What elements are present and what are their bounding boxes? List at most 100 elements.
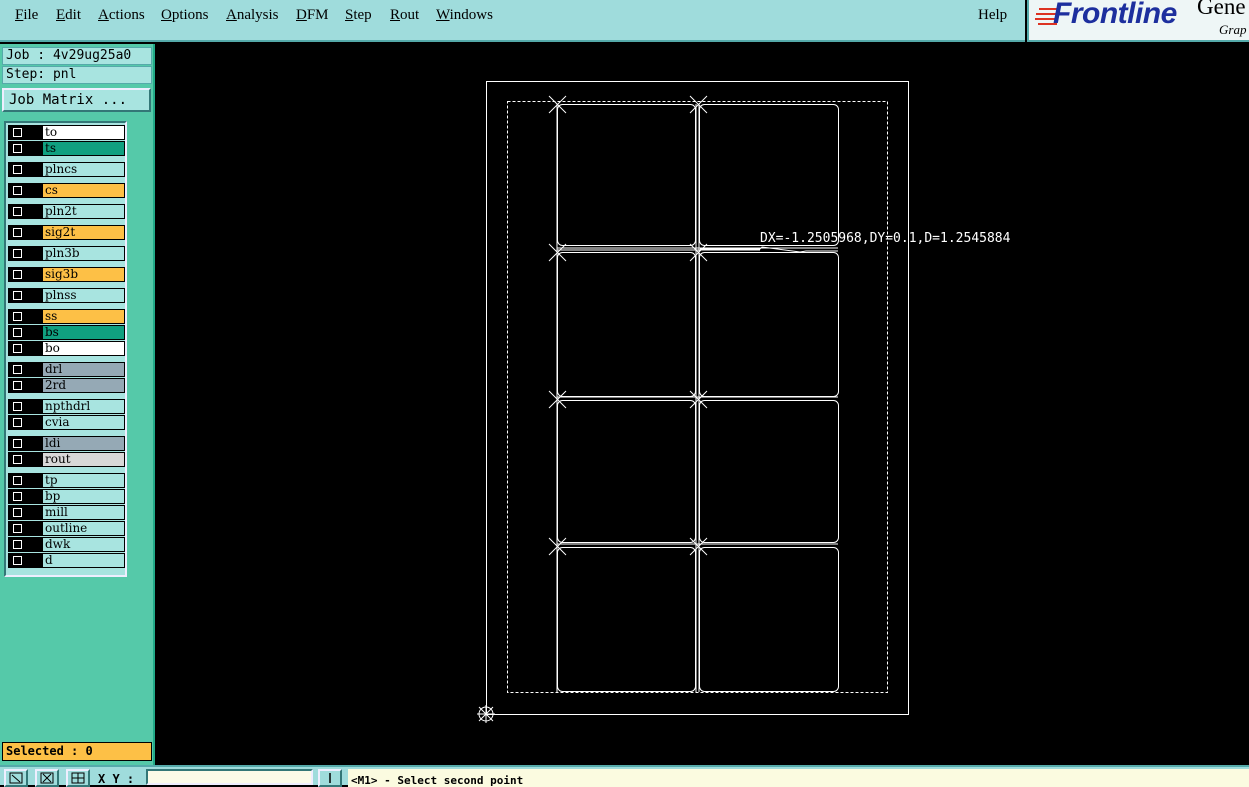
layer-row-ldi[interactable]: ldi bbox=[8, 436, 125, 451]
layer-name[interactable]: tp bbox=[42, 473, 125, 488]
layer-color-box[interactable] bbox=[8, 288, 42, 303]
graphics-canvas[interactable] bbox=[157, 44, 1249, 765]
layer-row-drl[interactable]: drl bbox=[8, 362, 125, 377]
menu-help[interactable]: Help bbox=[978, 7, 1007, 24]
layer-checkbox[interactable] bbox=[13, 165, 22, 174]
select-tool-button[interactable] bbox=[4, 769, 28, 787]
layer-name[interactable]: sig2t bbox=[42, 225, 125, 240]
layer-color-box[interactable] bbox=[8, 204, 42, 219]
layer-checkbox[interactable] bbox=[13, 524, 22, 533]
layer-name[interactable]: cs bbox=[42, 183, 125, 198]
layer-color-box[interactable] bbox=[8, 521, 42, 536]
layer-name[interactable]: ldi bbox=[42, 436, 125, 451]
layer-row-outline[interactable]: outline bbox=[8, 521, 125, 536]
layer-color-box[interactable] bbox=[8, 399, 42, 414]
layer-color-box[interactable] bbox=[8, 553, 42, 568]
layer-row-tp[interactable]: tp bbox=[8, 473, 125, 488]
layer-color-box[interactable] bbox=[8, 267, 42, 282]
layer-color-box[interactable] bbox=[8, 125, 42, 140]
layer-checkbox[interactable] bbox=[13, 476, 22, 485]
layer-name[interactable]: d bbox=[42, 553, 125, 568]
grid-tool-button[interactable] bbox=[66, 769, 90, 787]
layer-row-cvia[interactable]: cvia bbox=[8, 415, 125, 430]
layer-row-to[interactable]: to bbox=[8, 125, 125, 140]
layer-name[interactable]: sig3b bbox=[42, 267, 125, 282]
layer-color-box[interactable] bbox=[8, 378, 42, 393]
layer-color-box[interactable] bbox=[8, 309, 42, 324]
layer-row-pln3b[interactable]: pln3b bbox=[8, 246, 125, 261]
layer-checkbox[interactable] bbox=[13, 228, 22, 237]
layer-name[interactable]: ss bbox=[42, 309, 125, 324]
layer-checkbox[interactable] bbox=[13, 344, 22, 353]
menu-windows[interactable]: Windows bbox=[436, 7, 493, 24]
layer-checkbox[interactable] bbox=[13, 556, 22, 565]
layer-color-box[interactable] bbox=[8, 415, 42, 430]
layer-row-rout[interactable]: rout bbox=[8, 452, 125, 467]
layer-row-bp[interactable]: bp bbox=[8, 489, 125, 504]
layer-checkbox[interactable] bbox=[13, 402, 22, 411]
job-matrix-button[interactable]: Job Matrix ... bbox=[2, 88, 151, 112]
menu-step[interactable]: Step bbox=[345, 7, 372, 24]
layer-row-cs[interactable]: cs bbox=[8, 183, 125, 198]
layer-checkbox[interactable] bbox=[13, 381, 22, 390]
layer-color-box[interactable] bbox=[8, 183, 42, 198]
layer-name[interactable]: bs bbox=[42, 325, 125, 340]
layer-row-bo[interactable]: bo bbox=[8, 341, 125, 356]
layer-row-bs[interactable]: bs bbox=[8, 325, 125, 340]
layer-checkbox[interactable] bbox=[13, 328, 22, 337]
layer-name[interactable]: npthdrl bbox=[42, 399, 125, 414]
layer-row-sig2t[interactable]: sig2t bbox=[8, 225, 125, 240]
layer-color-box[interactable] bbox=[8, 141, 42, 156]
layer-row-npthdrl[interactable]: npthdrl bbox=[8, 399, 125, 414]
xy-input[interactable] bbox=[146, 769, 313, 785]
layer-name[interactable]: drl bbox=[42, 362, 125, 377]
layer-row-pln2t[interactable]: pln2t bbox=[8, 204, 125, 219]
layer-color-box[interactable] bbox=[8, 473, 42, 488]
layer-checkbox[interactable] bbox=[13, 439, 22, 448]
layer-checkbox[interactable] bbox=[13, 186, 22, 195]
layer-checkbox[interactable] bbox=[13, 492, 22, 501]
layer-row-ts[interactable]: ts bbox=[8, 141, 125, 156]
layer-name[interactable]: pln3b bbox=[42, 246, 125, 261]
layer-color-box[interactable] bbox=[8, 436, 42, 451]
layer-color-box[interactable] bbox=[8, 341, 42, 356]
layer-checkbox[interactable] bbox=[13, 508, 22, 517]
layer-checkbox[interactable] bbox=[13, 418, 22, 427]
layer-name[interactable]: rout bbox=[42, 452, 125, 467]
layer-name[interactable]: mill bbox=[42, 505, 125, 520]
cross-tool-button[interactable] bbox=[35, 769, 59, 787]
menu-actions[interactable]: Actions bbox=[98, 7, 145, 24]
layer-name[interactable]: cvia bbox=[42, 415, 125, 430]
layer-checkbox[interactable] bbox=[13, 291, 22, 300]
layer-row-plnss[interactable]: plnss bbox=[8, 288, 125, 303]
layer-row-d[interactable]: d bbox=[8, 553, 125, 568]
layer-checkbox[interactable] bbox=[13, 365, 22, 374]
layer-name[interactable]: to bbox=[42, 125, 125, 140]
info-button[interactable] bbox=[318, 769, 342, 787]
layer-checkbox[interactable] bbox=[13, 128, 22, 137]
layer-row-mill[interactable]: mill bbox=[8, 505, 125, 520]
layer-checkbox[interactable] bbox=[13, 144, 22, 153]
layer-row-sig3b[interactable]: sig3b bbox=[8, 267, 125, 282]
menu-dfm[interactable]: DFM bbox=[296, 7, 329, 24]
layer-name[interactable]: plncs bbox=[42, 162, 125, 177]
layer-checkbox[interactable] bbox=[13, 249, 22, 258]
menu-edit[interactable]: Edit bbox=[56, 7, 81, 24]
layer-color-box[interactable] bbox=[8, 537, 42, 552]
layer-name[interactable]: pln2t bbox=[42, 204, 125, 219]
layer-name[interactable]: dwk bbox=[42, 537, 125, 552]
layer-name[interactable]: 2rd bbox=[42, 378, 125, 393]
layer-row-plncs[interactable]: plncs bbox=[8, 162, 125, 177]
layer-row-ss[interactable]: ss bbox=[8, 309, 125, 324]
layer-name[interactable]: bo bbox=[42, 341, 125, 356]
layer-color-box[interactable] bbox=[8, 162, 42, 177]
layer-color-box[interactable] bbox=[8, 246, 42, 261]
menu-analysis[interactable]: Analysis bbox=[226, 7, 279, 24]
layer-color-box[interactable] bbox=[8, 505, 42, 520]
menu-file[interactable]: File bbox=[15, 7, 38, 24]
layer-color-box[interactable] bbox=[8, 225, 42, 240]
layer-name[interactable]: outline bbox=[42, 521, 125, 536]
layer-color-box[interactable] bbox=[8, 325, 42, 340]
layer-checkbox[interactable] bbox=[13, 540, 22, 549]
layer-checkbox[interactable] bbox=[13, 312, 22, 321]
